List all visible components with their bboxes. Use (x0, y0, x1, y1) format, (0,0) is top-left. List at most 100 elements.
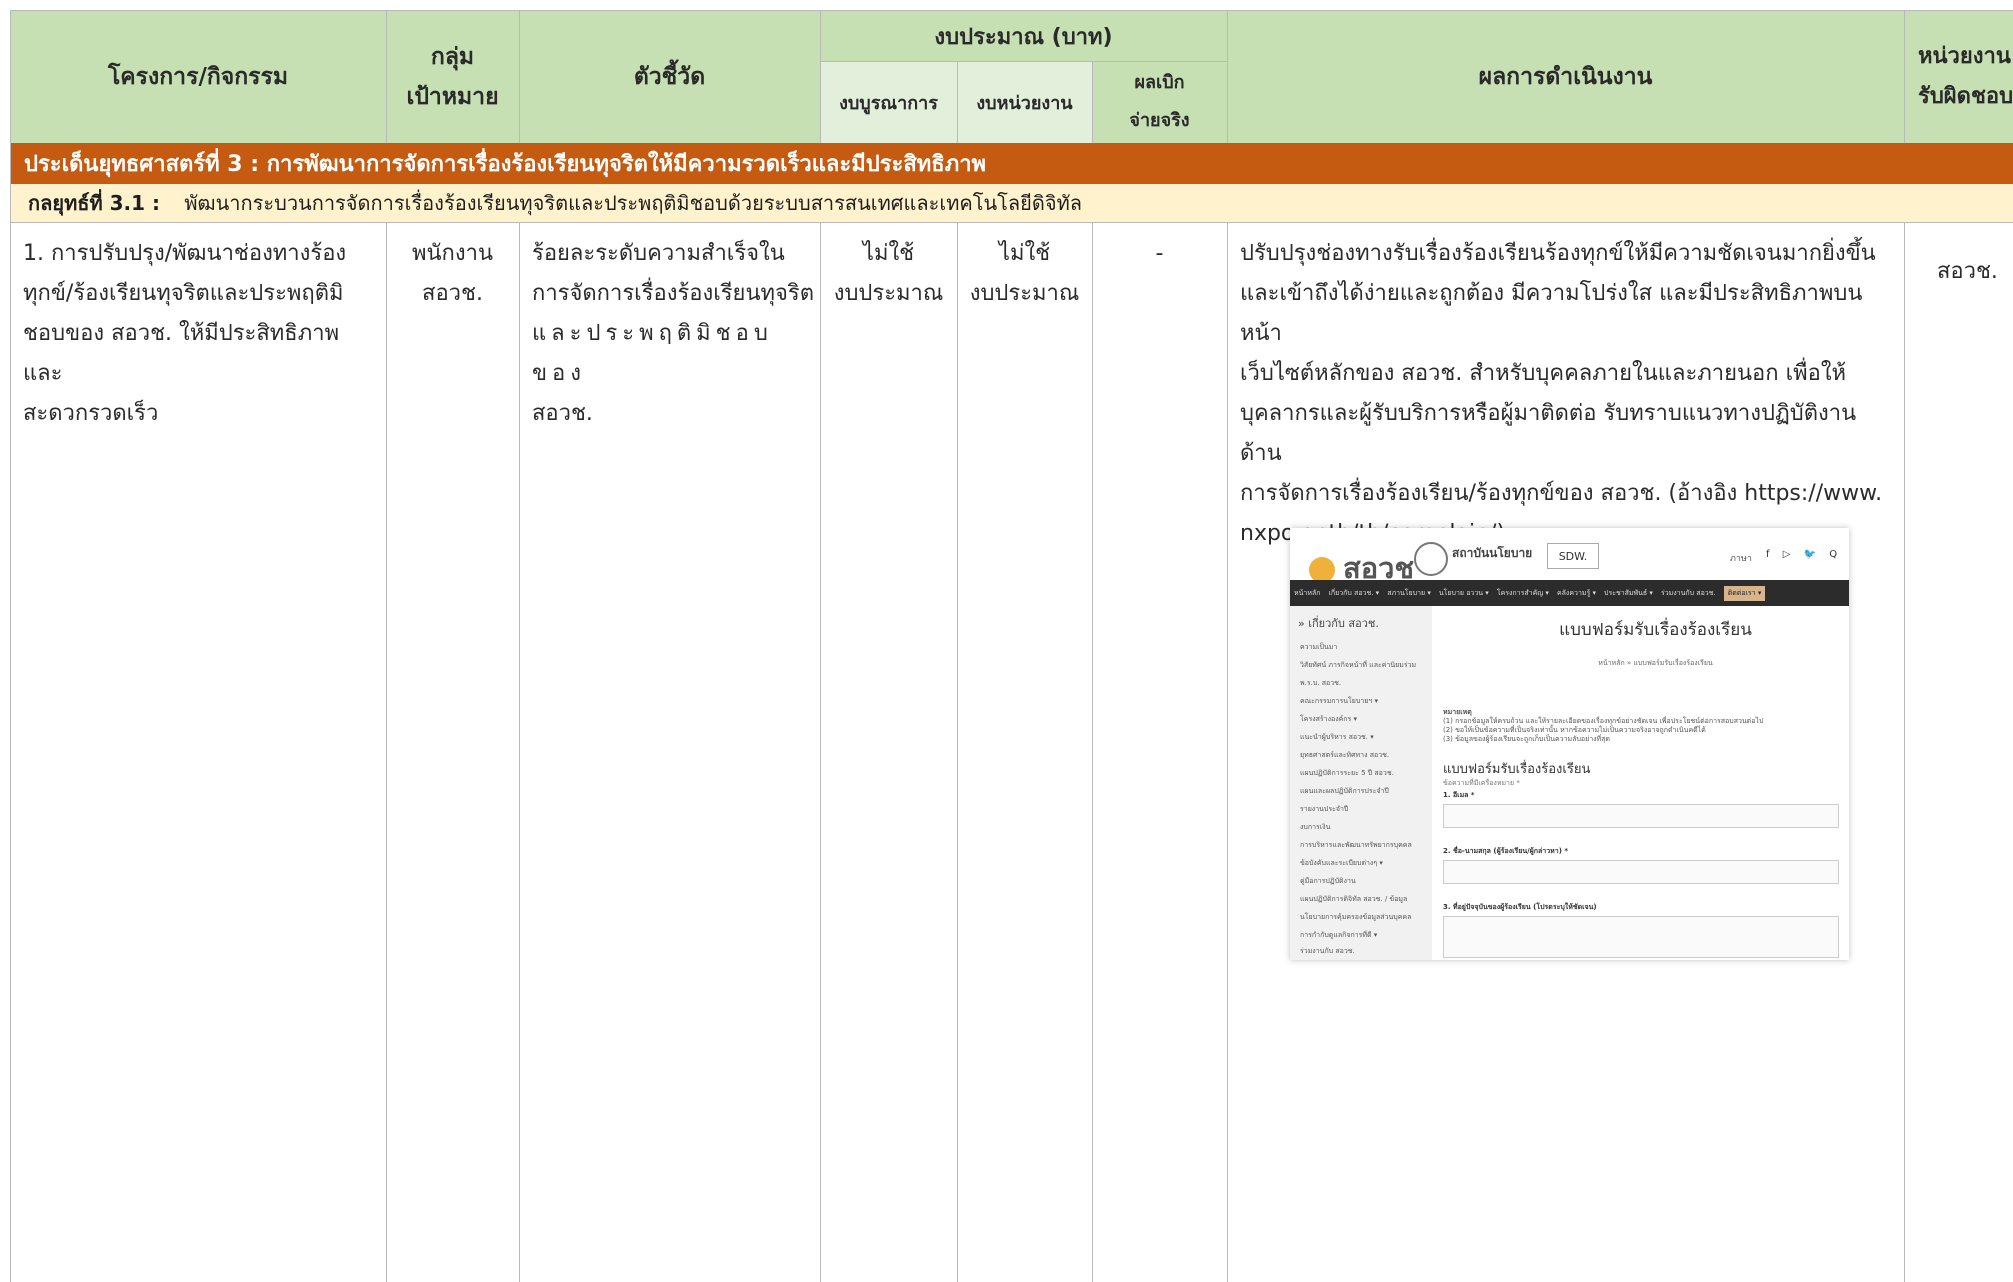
sidebar-item: คู่มือการปฏิบัติงาน (1300, 877, 1356, 885)
svpill-logo: SDW. (1547, 543, 1599, 569)
note-line: (2) ขอให้เป็นข้อความที่เป็นจริงเท่านั้น … (1443, 726, 1706, 734)
body-col-line-3 (820, 222, 821, 1282)
indicator-line: และประพฤติมิชอบของ (532, 321, 773, 386)
header-target-line2: เป้าหมาย (406, 84, 499, 110)
project-cell: 1. การปรับปรุง/พัฒนาช่องทางร้อง ทุกข์/ร้… (23, 234, 378, 434)
indicator-line: สอวช. (532, 401, 593, 426)
policy-name: สถาบันนโยบาย (1452, 546, 1533, 560)
header-responsible: หน่วยงาน รับผิดชอบ (1904, 11, 2013, 143)
header-project: โครงการ/กิจกรรม (10, 11, 386, 143)
header-budget: งบประมาณ (บาท) (820, 11, 1227, 61)
sidebar-item: แผนปฏิบัติการระยะ 5 ปี สอวช. (1300, 769, 1394, 777)
responsible-cell: สอวช. (1937, 259, 1998, 284)
site-sidebar: » เกี่ยวกับ สอวช. ความเป็นมา วิสัยทัศน์ … (1290, 606, 1432, 960)
field-label-address: 3. ที่อยู่ปัจจุบันของผู้ร้องเรียน (โปรดร… (1443, 903, 1597, 911)
strategic-issue-row: ประเด็นยุทธศาสตร์ที่ 3 : การพัฒนาการจัดก… (10, 143, 2013, 184)
body-col-line-5 (1092, 222, 1093, 1282)
strategy-label: กลยุทธ์ที่ 3.1 : (28, 191, 161, 215)
sidebar-item: วิสัยทัศน์ ภารกิจหน้าที่ และค่านิยมร่วม (1300, 661, 1417, 669)
budget-unit-line: งบประมาณ (969, 281, 1080, 306)
sidebar-item: ความเป็นมา (1300, 643, 1338, 651)
website-screenshot: สอวช สถาบันนโยบาย SDW. ภาษา f ▷ 🐦 Q หน้า… (1290, 528, 1849, 960)
header-actual: ผลเบิก จ่ายจริง (1092, 61, 1227, 143)
name-field (1443, 860, 1839, 884)
border-left (10, 10, 11, 1282)
results-line: การจัดการเรื่องร้องเรียน/ร้องทุกข์ของ สอ… (1240, 481, 1883, 506)
project-line: ทุกข์/ร้องเรียนทุจริตและประพฤติมิ (23, 281, 344, 306)
col-line-1 (386, 10, 387, 143)
sidebar-item: นโยบายการคุ้มครองข้อมูลส่วนบุคคล (1300, 913, 1412, 921)
field-label-name: 2. ชื่อ-นามสกุล (ผู้ร้องเรียน/ผู้กล่าวหา… (1443, 847, 1569, 855)
language-selector: ภาษา (1730, 554, 1752, 564)
sidebar-item: แผนและผลปฏิบัติการประจำปี (1300, 787, 1389, 795)
nav-item: เกี่ยวกับ สอวช. ▾ (1328, 588, 1380, 597)
nav-item-active: ติดต่อเรา ▾ (1723, 585, 1766, 601)
budget-unit-line: ไม่ใช้ (998, 241, 1051, 266)
budget-integrated-line: ไม่ใช้ (862, 241, 915, 266)
sidebar-item: โครงสร้างองค์กร ▾ (1300, 715, 1358, 723)
nav-item: สภานโยบาย ▾ (1387, 588, 1431, 597)
header-responsible-line1: หน่วยงาน (1918, 44, 2011, 69)
nav-item: คลังความรู้ ▾ (1556, 588, 1596, 597)
note-line: (1) กรอกข้อมูลให้ครบถ้วน และให้รายละเอีย… (1443, 717, 1764, 725)
col-line-7 (1904, 10, 1905, 143)
col-line-5 (1092, 61, 1093, 143)
note-heading: หมายเหตุ (1443, 708, 1472, 716)
nav-item: ร่วมงานกับ สอวช. (1660, 588, 1716, 597)
site-header: สอวช สถาบันนโยบาย SDW. ภาษา f ▷ 🐦 Q (1290, 528, 1849, 585)
budget-divider (820, 61, 1227, 62)
sidebar-item: พ.ร.บ. สอวช. (1300, 679, 1342, 687)
nav-item: นโยบาย อววน ▾ (1438, 588, 1489, 597)
results-line: ปรับปรุงช่องทางรับเรื่องร้องเรียนร้องทุก… (1240, 241, 1876, 266)
sidebar-item: งบการเงิน (1300, 823, 1331, 831)
nav-item: ประชาสัมพันธ์ ▾ (1604, 588, 1653, 597)
strategy-text: กลยุทธ์ที่ 3.1 : พัฒนากระบวนการจัดการเรื… (10, 187, 1082, 219)
sidebar-item: รายงานประจำปี (1300, 805, 1349, 813)
sidebar-item: แนะนำผู้บริหาร สอวช. ▾ (1300, 733, 1374, 741)
budget-unit-cell: ไม่ใช้ งบประมาณ (957, 234, 1092, 314)
note-line: (3) ข้อมูลของผู้ร้องเรียนจะถูกเก็บเป็นคว… (1443, 735, 1610, 743)
form-title: แบบฟอร์มรับเรื่องร้องเรียน (1559, 620, 1752, 640)
header-indicator: ตัวชี้วัด (519, 11, 820, 143)
email-field (1443, 804, 1839, 828)
social-icons: f ▷ 🐦 Q (1766, 549, 1843, 560)
project-line: ชอบของ สอวช. ให้มีประสิทธิภาพและ (23, 321, 340, 386)
indicator-line: ร้อยละระดับความสำเร็จใน (532, 241, 785, 266)
project-line: สะดวกรวดเร็ว (23, 401, 159, 426)
sidebar-item: ข้อบังคับและระเบียบต่างๆ ▾ (1300, 859, 1383, 867)
header-target: กลุ่ม เป้าหมาย (386, 11, 519, 143)
body-col-line-7 (1904, 222, 1905, 1282)
col-line-2 (519, 10, 520, 143)
budget-integrated-line: งบประมาณ (833, 281, 944, 306)
strategic-issue-text: ประเด็นยุทธศาสตร์ที่ 3 : การพัฒนาการจัดก… (24, 152, 987, 177)
strategy-description: พัฒนากระบวนการจัดการเรื่องร้องเรียนทุจริ… (184, 191, 1083, 215)
border-top (10, 10, 2013, 11)
sidebar-item: ยุทธศาสตร์และทิศทาง สอวช. (1300, 751, 1390, 759)
nav-item: หน้าหลัก (1294, 588, 1321, 597)
indicator-cell: ร้อยละระดับความสำเร็จใน การจัดการเรื่องร… (532, 234, 817, 434)
form-notes: หมายเหตุ (1) กรอกข้อมูลให้ครบถ้วน และให้… (1443, 708, 1763, 744)
actual-cell: - (1155, 241, 1164, 266)
row-top-border (10, 222, 2013, 223)
field-note: ข้อความที่มีเครื่องหมาย * (1443, 779, 1520, 787)
target-line: สอวช. (422, 281, 483, 306)
header-budget-integrated: งบบูรณาการ (820, 61, 957, 143)
sidebar-item: คณะกรรมการนโยบายฯ ▾ (1300, 697, 1379, 705)
budget-integrated-cell: ไม่ใช้ งบประมาณ (820, 234, 957, 314)
site-nav: หน้าหลัก เกี่ยวกับ สอวช. ▾ สภานโยบาย ▾ น… (1290, 580, 1849, 606)
sidebar-item: ร่วมงานกับ สอวช. (1300, 947, 1355, 955)
document-page: โครงการ/กิจกรรม กลุ่ม เป้าหมาย ตัวชี้วัด… (0, 0, 2013, 1282)
sidebar-item: การกำกับดูแลกิจการที่ดี ▾ (1300, 931, 1378, 939)
header-actual-line1: ผลเบิก (1134, 72, 1185, 93)
header-results: ผลการดำเนินงาน (1227, 11, 1904, 143)
col-line-3 (820, 10, 821, 143)
nav-item: โครงการสำคัญ ▾ (1496, 588, 1549, 597)
form-heading: แบบฟอร์มรับเรื่องร้องเรียน (1443, 762, 1591, 777)
field-label-email: 1. อีเมล * (1443, 791, 1475, 799)
seal-icon (1414, 542, 1448, 576)
body-col-line-2 (519, 222, 520, 1282)
sidebar-item: การบริหารและพัฒนาทรัพยากรบุคคล (1300, 841, 1412, 849)
col-line-6 (1227, 10, 1228, 143)
results-line: เว็บไซต์หลักของ สอวช. สำหรับบุคคลภายในแล… (1240, 361, 1847, 386)
col-line-4 (957, 61, 958, 143)
